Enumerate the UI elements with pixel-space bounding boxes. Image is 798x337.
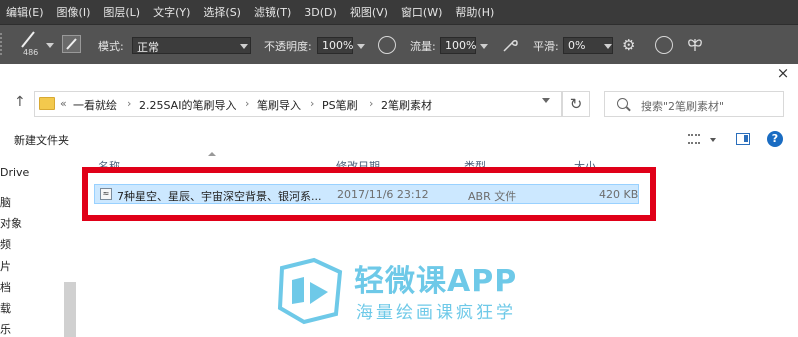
refresh-button[interactable]: ↻ [562,91,590,117]
help-icon[interactable]: ? [767,131,783,147]
search-placeholder: 搜索"2笔刷素材" [641,100,725,113]
breadcrumb-separator: › [127,97,132,110]
flow-dropdown-icon[interactable] [480,44,488,49]
watermark-title: 轻微课APP [354,264,518,299]
opacity-value: 100% [322,39,354,52]
smoothing-label: 平滑: [533,40,559,53]
menu-select[interactable]: 选择(S) [203,4,241,20]
menu-3d[interactable]: 3D(D) [304,6,337,19]
nav-item[interactable]: 频 [0,236,11,252]
butterfly-glyph [688,39,702,51]
close-button[interactable]: × [772,64,794,82]
menu-filter[interactable]: 滤镜(T) [254,4,291,20]
up-arrow-icon[interactable]: ↑ [14,94,26,110]
menu-edit[interactable]: 编辑(E) [6,4,44,20]
menu-layer[interactable]: 图层(L) [103,4,140,20]
mode-label: 模式: [98,40,124,53]
opacity-label: 不透明度: [264,40,312,53]
watermark-subtitle: 海量绘画课疯狂学 [356,303,516,323]
flow-value: 100% [445,39,477,52]
breadcrumb-item[interactable]: 2.25SAI的笔刷导入 [139,97,236,113]
address-history-dropdown-icon[interactable] [542,98,550,103]
nav-item[interactable]: 对象 [0,215,22,231]
red-highlight-frame [82,167,656,221]
nav-item[interactable]: 片 [0,258,11,274]
mode-select[interactable]: 正常 [132,37,251,54]
flow-label: 流量: [410,40,436,53]
sort-ascending-icon [208,152,216,156]
pressure-size-icon[interactable] [655,36,673,54]
nav-scrollbar[interactable] [64,282,76,337]
watermark-logo [277,257,343,325]
menu-window[interactable]: 窗口(W) [401,4,442,20]
brush-icon [21,31,35,48]
mode-dropdown-icon[interactable] [240,44,248,49]
menu-image[interactable]: 图像(I) [57,4,91,20]
smoothing-value: 0% [568,39,586,52]
breadcrumb-item-current[interactable]: 2笔刷素材 [381,97,432,113]
opacity-input[interactable]: 100% [317,37,353,54]
search-icon [617,98,628,109]
gear-icon[interactable]: ⚙ [622,36,635,54]
symmetry-icon[interactable] [686,35,704,58]
view-options-icon[interactable] [688,134,700,144]
address-bar[interactable]: « 一看就绘 › 2.25SAI的笔刷导入 › 笔刷导入 › PS笔刷 › 2笔… [34,91,562,117]
breadcrumb-separator: › [369,97,374,110]
brush-panel-icon [66,38,77,50]
smoothing-dropdown-icon[interactable] [604,44,612,49]
preview-pane-icon[interactable] [736,133,750,145]
search-input[interactable]: 搜索"2笔刷素材" [604,91,784,117]
breadcrumb-separator: › [245,97,250,110]
options-grip [0,33,4,55]
breadcrumb-overflow[interactable]: « [60,97,67,110]
nav-item[interactable]: 载 [0,300,11,316]
menu-help[interactable]: 帮助(H) [455,4,494,20]
new-folder-button[interactable]: 新建文件夹 [14,132,69,148]
airbrush-glyph [503,40,518,52]
breadcrumb-item[interactable]: 一看就绘 [73,97,117,113]
flow-input[interactable]: 100% [440,37,476,54]
nav-item[interactable]: 脑 [0,194,11,210]
brush-size: 486 [23,48,39,57]
file-explorer-window: × ↑ « 一看就绘 › 2.25SAI的笔刷导入 › 笔刷导入 › PS笔刷 … [0,64,798,337]
nav-item[interactable]: Drive [0,166,29,179]
breadcrumb-item[interactable]: 笔刷导入 [257,97,301,113]
mode-value: 正常 [137,41,159,54]
folder-icon [39,97,55,110]
view-dropdown-icon[interactable] [710,138,716,142]
navigation-pane: Drive 脑 对象 频 片 档 载 乐 [0,152,78,337]
brush-options-bar: 486 模式: 正常 不透明度: 100% 流量: 100% 平滑: 0% ⚙ [0,24,798,64]
nav-item[interactable]: 乐 [0,321,11,337]
pressure-opacity-icon[interactable] [378,36,396,54]
nav-item[interactable]: 档 [0,279,11,295]
breadcrumb-item[interactable]: PS笔刷 [322,97,358,113]
brush-preset-dropdown-icon[interactable] [46,43,54,48]
menu-type[interactable]: 文字(Y) [153,4,190,20]
brush-panel-toggle[interactable] [62,35,81,53]
menu-view[interactable]: 视图(V) [350,4,388,20]
command-bar: 新建文件夹 ? [0,128,798,152]
photoshop-menubar: 编辑(E) 图像(I) 图层(L) 文字(Y) 选择(S) 滤镜(T) 3D(D… [0,0,798,24]
breadcrumb-separator: › [310,97,315,110]
airbrush-icon[interactable] [500,35,520,58]
opacity-dropdown-icon[interactable] [357,44,365,49]
